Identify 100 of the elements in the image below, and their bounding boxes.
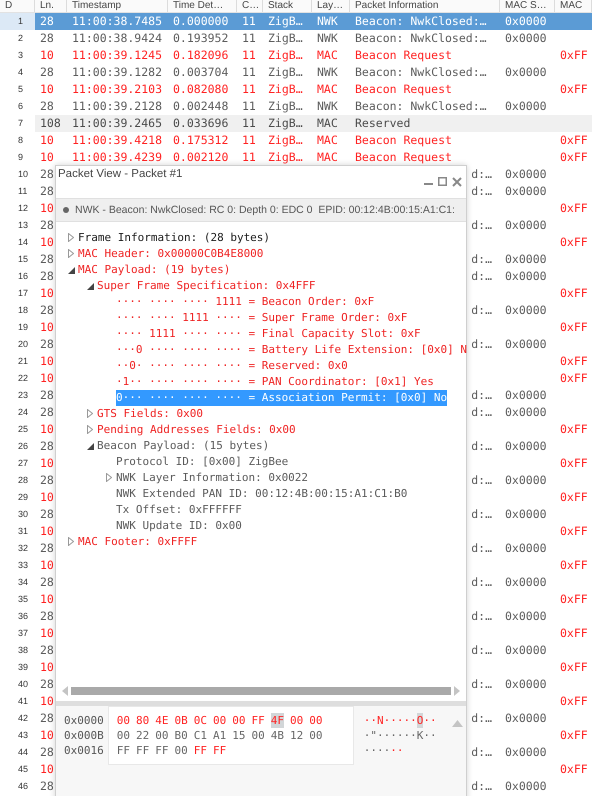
tree-item[interactable]: Beacon Payload: (15 bytes) — [97, 438, 270, 454]
tree-item[interactable]: ···· 1111 ···· ···· = Final Capacity Slot: 0xF — [116, 326, 421, 342]
ascii-char: · — [404, 713, 410, 728]
column-header[interactable]: Lay… — [312, 0, 350, 12]
tree-item[interactable]: MAC Payload: (19 bytes) — [78, 262, 230, 278]
tree-item[interactable]: Frame Information: (28 bytes) — [78, 230, 270, 246]
window-title: Packet View - Packet #1 — [58, 168, 182, 180]
hex-byte[interactable]: 15 — [232, 728, 246, 743]
hex-byte[interactable]: 80 — [136, 713, 150, 728]
table-cell: 11 — [242, 64, 256, 81]
hex-byte[interactable]: 0B — [174, 713, 188, 728]
table-cell: ZigB… — [268, 81, 303, 98]
table-cell: NWK — [317, 13, 338, 30]
column-header[interactable]: Ln. — [35, 0, 67, 12]
close-button[interactable] — [451, 176, 462, 187]
hex-byte[interactable]: 4E — [155, 713, 168, 728]
table-cell: 28 — [40, 64, 54, 81]
scrollbar-thumb[interactable] — [71, 687, 451, 695]
hex-byte[interactable]: 00 — [155, 728, 168, 743]
tree-item[interactable]: ···· ···· 1111 ···· = Super Frame Order: 0xF — [116, 310, 408, 326]
table-cell: 0x0000 — [505, 336, 547, 353]
hex-byte[interactable]: C1 — [194, 728, 207, 743]
tree-item[interactable]: ·1·· ···· ···· ···· = PAN Coordinator: [0x1] Yes — [116, 374, 434, 390]
tree-item[interactable]: ···· ···· ···· 1111 = Beacon Order: 0xF — [116, 294, 374, 310]
triangle-down-icon[interactable] — [87, 283, 94, 290]
table-cell: d:… — [471, 608, 492, 625]
column-header[interactable]: MAC S… — [500, 0, 555, 12]
ascii-char: · — [370, 713, 377, 728]
triangle-right-icon[interactable] — [106, 473, 112, 482]
table-cell: 0xFF — [560, 81, 588, 98]
triangle-down-icon[interactable] — [68, 267, 75, 274]
hex-byte[interactable]: 4B — [270, 728, 284, 743]
table-cell: 0x0000 — [505, 166, 547, 183]
tree-item[interactable]: ···0 ···· ···· ···· = Battery Life Extension: [0x0] N — [116, 342, 467, 358]
triangle-down-icon[interactable] — [87, 443, 94, 450]
table-cell: 28 — [40, 268, 54, 285]
table-cell: 11:00:39.2128 — [72, 98, 162, 115]
hex-byte[interactable]: 0C — [194, 713, 207, 728]
column-header[interactable]: D — [0, 0, 35, 12]
hex-byte[interactable]: 00 — [174, 743, 188, 758]
column-header[interactable]: Packet Information — [350, 0, 500, 12]
tree-item[interactable]: Pending Addresses Fields: 0x00 — [97, 422, 296, 438]
table-cell: d:… — [471, 183, 492, 200]
hex-byte[interactable]: 00 — [309, 713, 322, 728]
ascii-char: · — [390, 713, 397, 728]
tree-item[interactable]: NWK Update ID: 0x00 — [116, 518, 242, 534]
hex-byte[interactable]: 00 — [252, 728, 265, 743]
hex-byte[interactable]: A1 — [213, 728, 226, 743]
packet-row[interactable]: 7 108 11:00:39.2465 0.033696 11 ZigB… MAC Reserved — [0, 115, 592, 132]
tree-item[interactable]: Tx Offset: 0xFFFFFF — [116, 502, 242, 518]
hex-byte[interactable]: FF — [116, 743, 130, 758]
column-header[interactable]: MAC — [555, 0, 592, 12]
hex-byte[interactable]: 00 — [232, 713, 246, 728]
hex-byte[interactable]: FF — [194, 743, 207, 758]
table-cell: d:… — [471, 302, 492, 319]
table-cell: d:… — [471, 217, 492, 234]
table-cell: 10 — [40, 455, 54, 472]
tree-item[interactable]: NWK Extended PAN ID: 00:12:4B:00:15:A1:C1:B0 — [116, 486, 408, 502]
maximize-button[interactable] — [437, 176, 448, 187]
ascii-char: · — [404, 728, 410, 743]
table-cell: 10 — [40, 200, 54, 217]
close-icon — [452, 176, 462, 186]
hex-byte[interactable]: FF — [155, 743, 168, 758]
table-cell: 11 — [242, 132, 256, 149]
table-cell: Beacon Request — [355, 81, 452, 98]
ascii-char: · — [396, 728, 404, 743]
table-cell: 10 — [40, 591, 54, 608]
table-cell: 28 — [40, 506, 54, 523]
tree-item[interactable]: NWK Layer Information: 0x0022 — [116, 470, 308, 486]
table-cell: 28 — [40, 251, 54, 268]
hex-byte[interactable]: FF — [213, 743, 226, 758]
tree-item[interactable]: ··0· ···· ···· ···· = Reserved: 0x0 — [116, 358, 348, 374]
table-cell: NWK — [317, 64, 338, 81]
hex-byte[interactable]: 00 — [116, 728, 130, 743]
table-cell: ZigB… — [268, 115, 303, 132]
scroll-left-icon[interactable] — [62, 686, 68, 696]
packet-row[interactable]: 1 28 11:00:38.7485 0.000000 11 ZigB… NWK Beacon: NwkClosed:… 0x0000 — [0, 13, 592, 30]
tree-item[interactable]: MAC Header: 0x00000C0B4E8000 — [78, 246, 264, 262]
table-cell: ZigB… — [268, 47, 303, 64]
hex-byte[interactable]: 12 — [290, 728, 304, 743]
hex-byte[interactable]: FF — [252, 713, 265, 728]
table-cell: 11 — [242, 115, 256, 132]
triangle-right-icon[interactable] — [68, 537, 74, 546]
hex-byte[interactable]: B0 — [174, 728, 188, 743]
tree-item[interactable]: Super Frame Specification: 0x4FFF — [97, 278, 316, 294]
hex-byte[interactable]: FF — [136, 743, 150, 758]
tree-item[interactable]: Protocol ID: [0x00] ZigBee — [116, 454, 288, 470]
scroll-right-icon[interactable] — [454, 686, 460, 696]
column-header[interactable]: Stack — [263, 0, 312, 12]
hex-byte[interactable]: 22 — [136, 728, 150, 743]
tree-item[interactable]: 0··· ···· ···· ···· = Association Permit: [0x0] No — [116, 390, 448, 406]
hex-byte[interactable]: 00 — [309, 728, 322, 743]
hex-byte[interactable]: 00 — [116, 713, 130, 728]
column-header[interactable]: Time Det… — [168, 0, 237, 12]
tree-item[interactable]: GTS Fields: 0x00 — [97, 406, 203, 422]
column-header[interactable]: C… — [237, 0, 263, 12]
column-header[interactable]: Timestamp — [67, 0, 168, 12]
hex-byte[interactable]: 00 — [290, 713, 304, 728]
tree-item[interactable]: MAC Footer: 0xFFFF — [78, 534, 198, 550]
hex-byte[interactable]: 00 — [213, 713, 226, 728]
